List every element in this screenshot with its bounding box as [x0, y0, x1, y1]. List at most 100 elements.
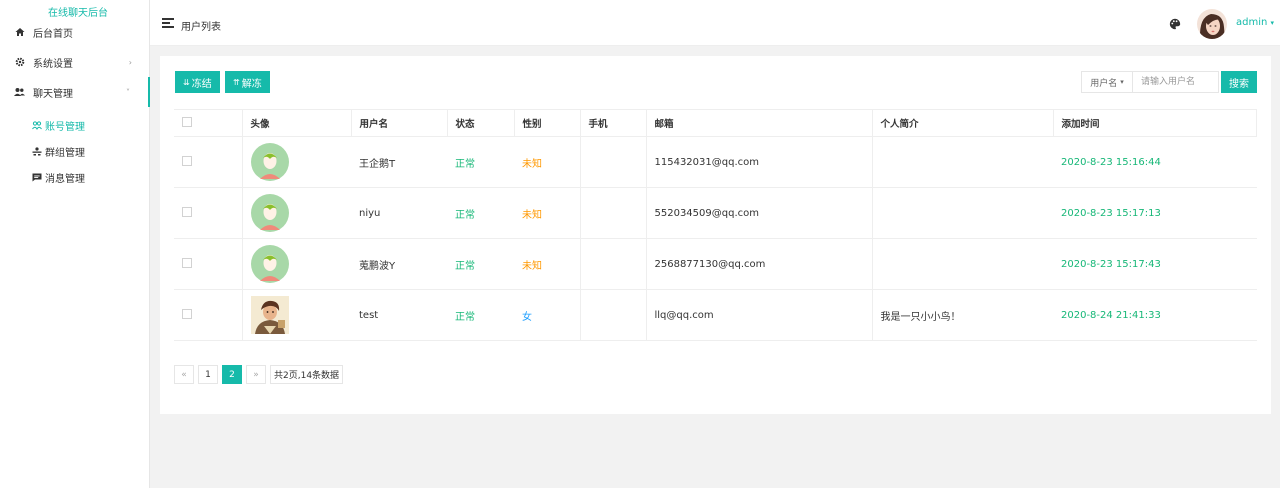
- admin-username: admin: [1236, 17, 1268, 28]
- row-checkbox-cell: [174, 238, 242, 290]
- caret-down-icon: ▾: [1270, 19, 1275, 27]
- status-cell: 正常: [447, 238, 514, 290]
- freeze-icon: ⇊: [183, 77, 190, 87]
- bio-cell: [871, 187, 1053, 239]
- row-checkbox[interactable]: [182, 206, 192, 217]
- unfreeze-button-label: 解冻: [241, 78, 262, 90]
- search-button[interactable]: 搜索: [1221, 71, 1257, 93]
- phone-cell: [579, 136, 646, 188]
- pagination: « 1 2 » 共2页,14条数据: [174, 365, 344, 384]
- table-row: 王企鹅T 正常 未知 115432031@qq.com 2020-8-23 15…: [174, 136, 1257, 188]
- gender-cell: 未知: [514, 238, 580, 290]
- user-list-card: ⇊冻结 ⇈解冻 用户名▾ 搜索 头像 用户名 状态 性别 手机 邮箱 个人简介 …: [160, 56, 1271, 414]
- home-icon: [14, 27, 25, 38]
- prev-page-button[interactable]: «: [174, 365, 194, 384]
- sidebar-item-chat[interactable]: 聊天管理 ˅: [0, 77, 150, 107]
- table-row: niyu 正常 未知 552034509@qq.com 2020-8-23 15…: [174, 187, 1257, 239]
- row-checkbox-cell: [174, 187, 242, 239]
- top-header: 用户列表 admin ▾: [150, 0, 1280, 46]
- select-all-checkbox[interactable]: [182, 116, 192, 127]
- message-icon: [32, 172, 42, 182]
- freeze-button[interactable]: ⇊ 冻结: [175, 71, 220, 93]
- username-cell: 蒐鹏波Y: [351, 238, 447, 290]
- email-cell: 2568877130@qq.com: [645, 238, 872, 290]
- sidebar-item-label: 系统设置: [33, 58, 73, 70]
- username-cell: test: [351, 289, 447, 341]
- status-cell: 正常: [447, 289, 514, 341]
- avatar-cell: [241, 289, 351, 341]
- time-cell: 2020-8-23 15:17:43: [1053, 238, 1257, 290]
- avatar-cell: [241, 136, 351, 188]
- unfreeze-icon: ⇈: [233, 77, 240, 87]
- email-cell: 552034509@qq.com: [645, 187, 872, 239]
- sidebar-subitem-label: 账号管理: [45, 121, 85, 133]
- sidebar-item-home[interactable]: 后台首页: [0, 17, 150, 47]
- bio-cell: [871, 238, 1053, 290]
- sidebar-item-label: 后台首页: [33, 28, 73, 40]
- column-header-bio: 个人简介: [871, 109, 1054, 137]
- row-checkbox[interactable]: [182, 155, 192, 166]
- gender-cell: 未知: [514, 187, 580, 239]
- avatar-cell: [241, 238, 351, 290]
- table-header-row: 头像 用户名 状态 性别 手机 邮箱 个人简介 添加时间: [174, 109, 1257, 137]
- gear-icon: [14, 57, 25, 68]
- phone-cell: [579, 238, 646, 290]
- user-avatar-image: [250, 296, 289, 334]
- sidebar-subitem-messages[interactable]: 消息管理: [32, 168, 85, 186]
- column-header-status: 状态: [446, 109, 515, 137]
- sidebar-item-label: 聊天管理: [33, 88, 73, 100]
- pagination-summary: 共2页,14条数据: [270, 365, 344, 384]
- table-row: test 正常 女 llq@qq.com 我是一只小小鸟！ 2020-8-24 …: [174, 289, 1257, 341]
- users-icon: [14, 87, 25, 98]
- gender-cell: 未知: [514, 136, 580, 188]
- email-cell: llq@qq.com: [645, 289, 872, 341]
- sidebar-subitem-label: 群组管理: [45, 147, 85, 159]
- unfreeze-button[interactable]: ⇈ 解冻: [225, 71, 270, 93]
- column-header-time: 添加时间: [1052, 109, 1257, 137]
- page-title: 用户列表: [181, 22, 221, 33]
- bio-cell: [871, 136, 1053, 188]
- chevron-down-icon: ˅: [126, 87, 130, 97]
- row-checkbox[interactable]: [182, 257, 192, 268]
- status-cell: 正常: [447, 136, 514, 188]
- select-all-cell: [174, 109, 243, 137]
- chevron-right-icon: ›: [128, 57, 132, 67]
- page-button-2[interactable]: 2: [222, 365, 242, 384]
- admin-menu[interactable]: admin ▾: [1236, 17, 1274, 28]
- default-avatar-image: [250, 143, 289, 181]
- time-cell: 2020-8-24 21:41:33: [1053, 289, 1257, 341]
- phone-cell: [579, 289, 646, 341]
- search-field-select-label: 用户名: [1090, 78, 1118, 89]
- search-input[interactable]: [1133, 71, 1219, 93]
- sidebar-subitem-groups[interactable]: 群组管理: [32, 142, 85, 160]
- account-icon: [32, 120, 42, 130]
- column-header-email: 邮箱: [645, 109, 873, 137]
- table-row: 蒐鹏波Y 正常 未知 2568877130@qq.com 2020-8-23 1…: [174, 238, 1257, 290]
- sidebar: 在线聊天后台 后台首页 系统设置 › 聊天管理 ˅ 账号管理 群组管理 消息管理: [0, 0, 150, 488]
- avatar-cell: [241, 187, 351, 239]
- page-button-1[interactable]: 1: [198, 365, 218, 384]
- phone-cell: [579, 187, 646, 239]
- sidebar-item-settings[interactable]: 系统设置 ›: [0, 47, 150, 77]
- column-header-gender: 性别: [513, 109, 581, 137]
- palette-icon[interactable]: [1169, 18, 1181, 30]
- time-cell: 2020-8-23 15:16:44: [1053, 136, 1257, 188]
- status-cell: 正常: [447, 187, 514, 239]
- user-table: 头像 用户名 状态 性别 手机 邮箱 个人简介 添加时间 王企鹅T 正常 未知 …: [174, 109, 1257, 341]
- bio-cell: 我是一只小小鸟！: [871, 289, 1053, 341]
- group-icon: [32, 146, 42, 156]
- caret-down-icon: ▾: [1120, 78, 1124, 86]
- admin-avatar[interactable]: [1197, 9, 1227, 39]
- sidebar-subitem-accounts[interactable]: 账号管理: [32, 116, 85, 134]
- sidebar-subitem-label: 消息管理: [45, 173, 85, 185]
- email-cell: 115432031@qq.com: [645, 136, 872, 188]
- gender-cell: 女: [514, 289, 580, 341]
- column-header-phone: 手机: [579, 109, 647, 137]
- next-page-button[interactable]: »: [246, 365, 266, 384]
- menu-toggle-icon[interactable]: [162, 18, 174, 28]
- row-checkbox[interactable]: [182, 308, 192, 319]
- row-checkbox-cell: [174, 136, 242, 188]
- column-header-avatar: 头像: [241, 109, 352, 137]
- time-cell: 2020-8-23 15:17:13: [1053, 187, 1257, 239]
- search-field-select[interactable]: 用户名 ▾: [1081, 71, 1133, 93]
